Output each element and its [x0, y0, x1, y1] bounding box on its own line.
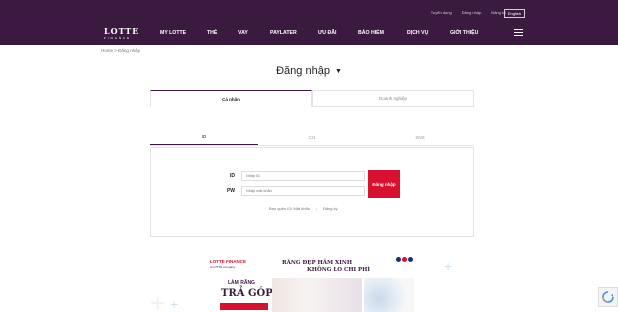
brand-dots-icon: [396, 257, 413, 262]
id-row: ID: [221, 171, 365, 181]
banner-red-strip: [220, 303, 268, 310]
utility-links: Tuyển dụng Đăng nhập Đăng ký: [431, 10, 506, 15]
plus-decoration-icon: +: [150, 288, 166, 312]
logo-sub-text: FINANCE: [104, 36, 132, 40]
banner-photo-dental: [272, 278, 362, 312]
banner-tra-gop: TRẢ GÓP: [221, 288, 273, 299]
nav-uu-dai[interactable]: ƯU ĐÃI: [318, 30, 336, 36]
tab-ci1[interactable]: CI1: [258, 129, 366, 145]
login-form: ID PW Đăng nhập Bạn quên ID/ Mật khẩu | …: [150, 147, 474, 237]
login-method-tabs: ID CI1 SNS: [150, 129, 474, 146]
banner-photo-family: [364, 278, 414, 312]
caret-down-icon: ▼: [334, 68, 342, 75]
banner-headline-1: RĂNG ĐẸP HÂM XINH: [282, 260, 353, 266]
tab-id[interactable]: ID: [150, 129, 258, 145]
register-link[interactable]: Đăng ký: [323, 206, 338, 211]
password-input[interactable]: [241, 186, 365, 196]
tab-ca-nhan[interactable]: Cá nhân: [150, 90, 312, 107]
top-header: Tuyển dụng Đăng nhập Đăng ký English LOT…: [0, 0, 618, 45]
language-button[interactable]: English: [503, 9, 525, 18]
lotte-finance-logo[interactable]: LOTTE FINANCE: [104, 27, 139, 40]
page-title[interactable]: Đăng nhập ▼: [0, 65, 618, 77]
tab-doanh-nghiep[interactable]: Doanh nghiệp: [312, 90, 474, 107]
plus-decoration-icon: +: [444, 258, 453, 274]
page-title-text: Đăng nhập: [276, 65, 330, 77]
plus-decoration-icon: +: [170, 296, 179, 312]
banner-brand: LOTTE FINANCE: [210, 259, 246, 264]
nav-my-lotte[interactable]: MY LOTTE: [160, 30, 186, 36]
user-type-tabs: Cá nhân Doanh nghiệp: [150, 90, 474, 107]
pw-row: PW: [221, 186, 365, 196]
id-label: ID: [230, 173, 235, 179]
nav-paylater[interactable]: PAYLATER: [270, 30, 297, 36]
breadcrumb: Home > Đăng nhập: [101, 48, 141, 53]
help-links: Bạn quên ID/ Mật khẩu | Đăng ký: [269, 206, 338, 211]
tab-sns[interactable]: SNS: [366, 129, 474, 145]
recruitment-link[interactable]: Tuyển dụng: [431, 10, 452, 15]
recaptcha-badge-icon[interactable]: [598, 287, 618, 307]
login-button[interactable]: Đăng nhập: [368, 170, 400, 198]
promo-banner[interactable]: + + + LOTTE FINANCE A LOTTE company RĂNG…: [150, 248, 474, 312]
nav-vay[interactable]: VAY: [238, 30, 248, 36]
link-separator: |: [315, 206, 317, 211]
nav-the[interactable]: THẺ: [207, 30, 217, 36]
forgot-credentials-link[interactable]: Bạn quên ID/ Mật khẩu: [269, 206, 310, 211]
pw-label: PW: [226, 188, 235, 194]
logo-main-text: LOTTE: [104, 26, 140, 36]
nav-bao-hiem[interactable]: BẢO HIỂM: [358, 30, 384, 36]
banner-lam-rang: LÀM RĂNG: [228, 280, 255, 286]
banner-headline-2: KHÔNG LO CHI PHÍ: [307, 267, 370, 273]
nav-dich-vu[interactable]: DỊCH VỤ: [407, 30, 428, 36]
nav-gioi-thieu[interactable]: GIỚI THIỆU: [450, 30, 478, 36]
banner-brand-sub: A LOTTE company: [210, 265, 236, 269]
login-link[interactable]: Đăng nhập: [462, 10, 482, 15]
id-input[interactable]: [241, 171, 365, 181]
hamburger-menu-icon[interactable]: [514, 29, 523, 36]
